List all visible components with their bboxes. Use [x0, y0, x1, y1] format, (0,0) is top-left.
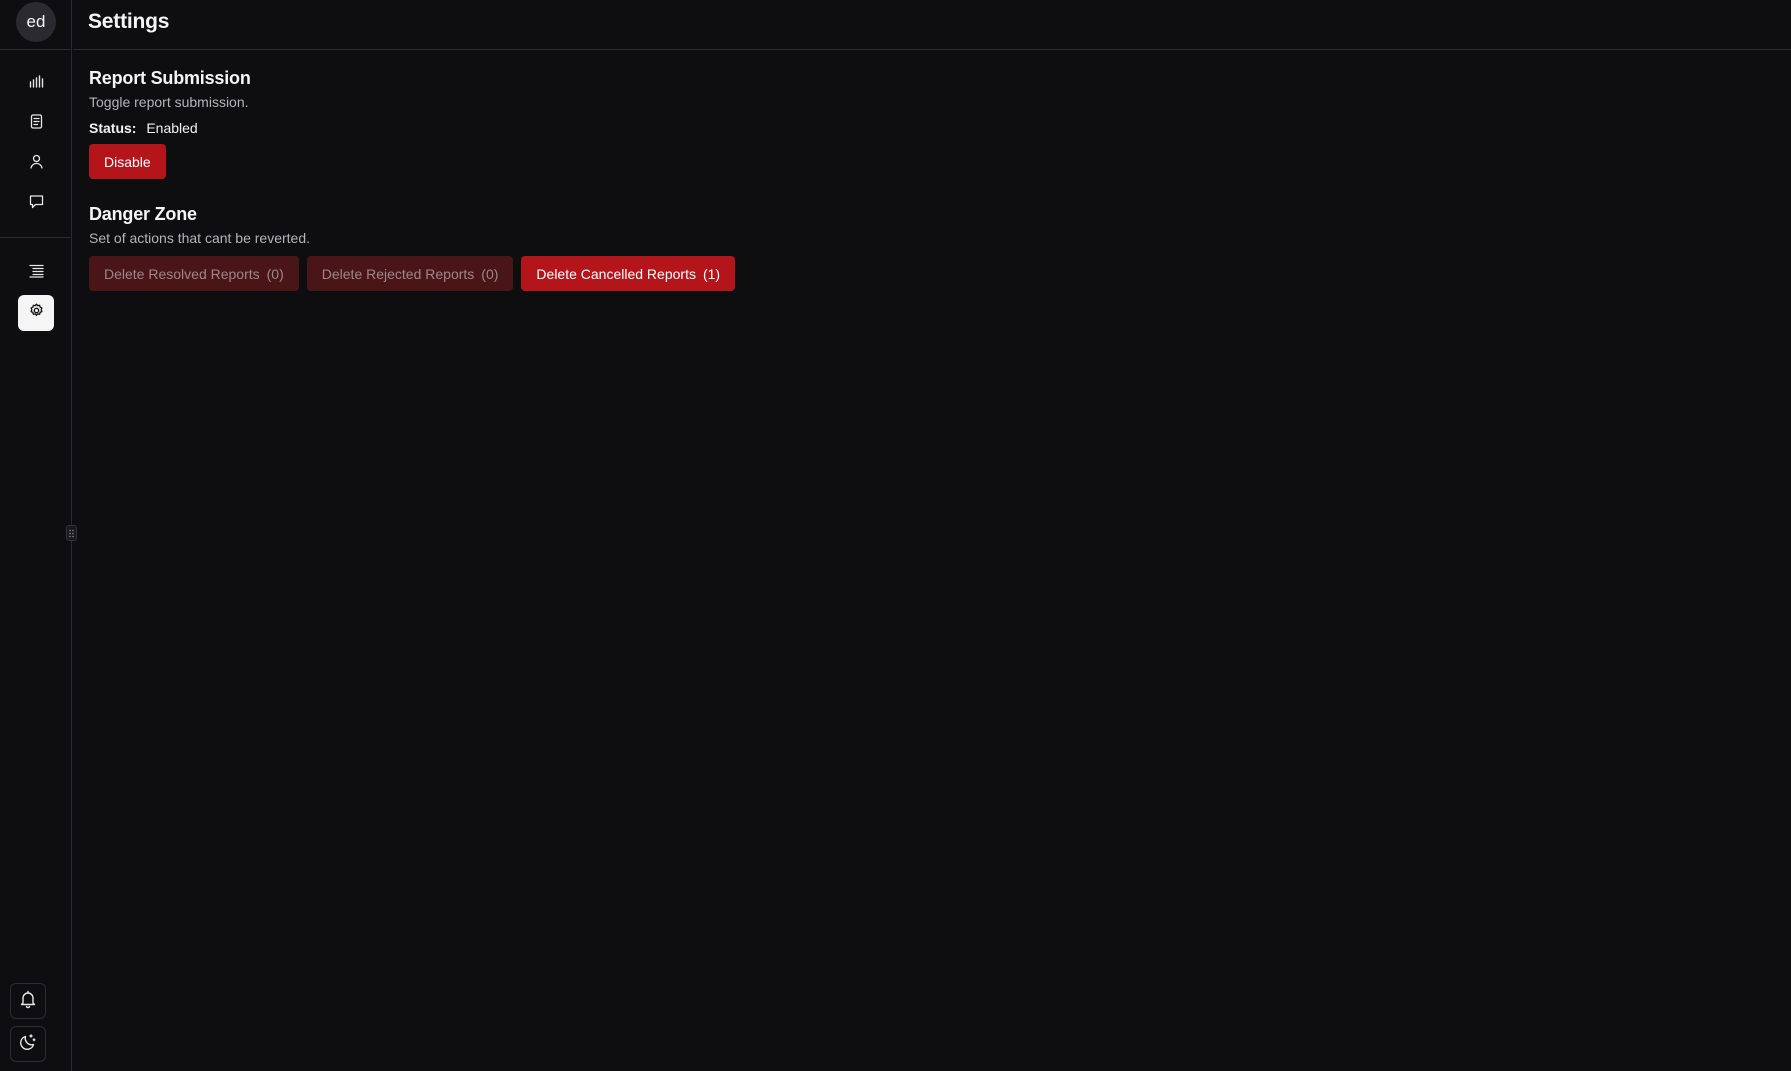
bell-icon	[18, 989, 38, 1014]
bar-chart-icon	[28, 73, 45, 95]
danger-actions: Delete Resolved Reports (0) Delete Rejec…	[89, 256, 736, 291]
delete-rejected-reports-button[interactable]: Delete Rejected Reports (0)	[306, 256, 514, 291]
button-label: Delete Resolved Reports	[104, 265, 260, 282]
sidebar-divider	[0, 49, 72, 50]
danger-zone-section: Danger Zone Set of actions that cant be …	[89, 204, 736, 291]
status-value: Enabled	[146, 120, 198, 136]
page-title: Settings	[88, 10, 170, 33]
top-header: Settings	[73, 0, 1791, 50]
section-title: Report Submission	[89, 68, 251, 88]
button-count: (1)	[702, 265, 721, 282]
document-icon	[28, 113, 45, 135]
chat-icon	[28, 193, 45, 215]
sidebar-divider	[0, 237, 72, 238]
section-title: Danger Zone	[89, 204, 197, 224]
report-submission-section: Report Submission Toggle report submissi…	[89, 68, 251, 179]
status-label: Status:	[89, 120, 137, 136]
sidebar-item-users[interactable]	[18, 146, 54, 182]
section-description: Set of actions that cant be reverted.	[89, 230, 311, 246]
disable-submission-button[interactable]: Disable	[89, 144, 166, 179]
sidebar-item-reports[interactable]	[18, 106, 54, 142]
sidebar-item-logs[interactable]	[18, 255, 54, 291]
delete-resolved-reports-button[interactable]: Delete Resolved Reports (0)	[89, 256, 299, 291]
button-count: (0)	[266, 265, 284, 282]
sidebar: ed	[0, 0, 77, 1071]
status-row: Status: Enabled	[89, 120, 251, 136]
list-icon	[28, 262, 45, 284]
section-description: Toggle report submission.	[89, 94, 249, 110]
button-label: Delete Rejected Reports	[321, 265, 475, 282]
notifications-button[interactable]	[10, 983, 46, 1019]
delete-cancelled-reports-button[interactable]: Delete Cancelled Reports (1)	[521, 256, 736, 291]
sidebar-resize-handle[interactable]	[66, 525, 77, 541]
sidebar-item-messages[interactable]	[18, 186, 54, 222]
gear-icon	[28, 302, 45, 324]
button-label: Delete Cancelled Reports	[536, 265, 696, 282]
user-icon	[28, 153, 45, 175]
sidebar-item-settings[interactable]	[18, 295, 54, 331]
moon-icon	[18, 1032, 38, 1057]
avatar[interactable]: ed	[16, 2, 56, 42]
sidebar-item-analytics[interactable]	[18, 66, 54, 102]
theme-toggle-button[interactable]	[10, 1026, 46, 1062]
button-count: (0)	[481, 265, 499, 282]
